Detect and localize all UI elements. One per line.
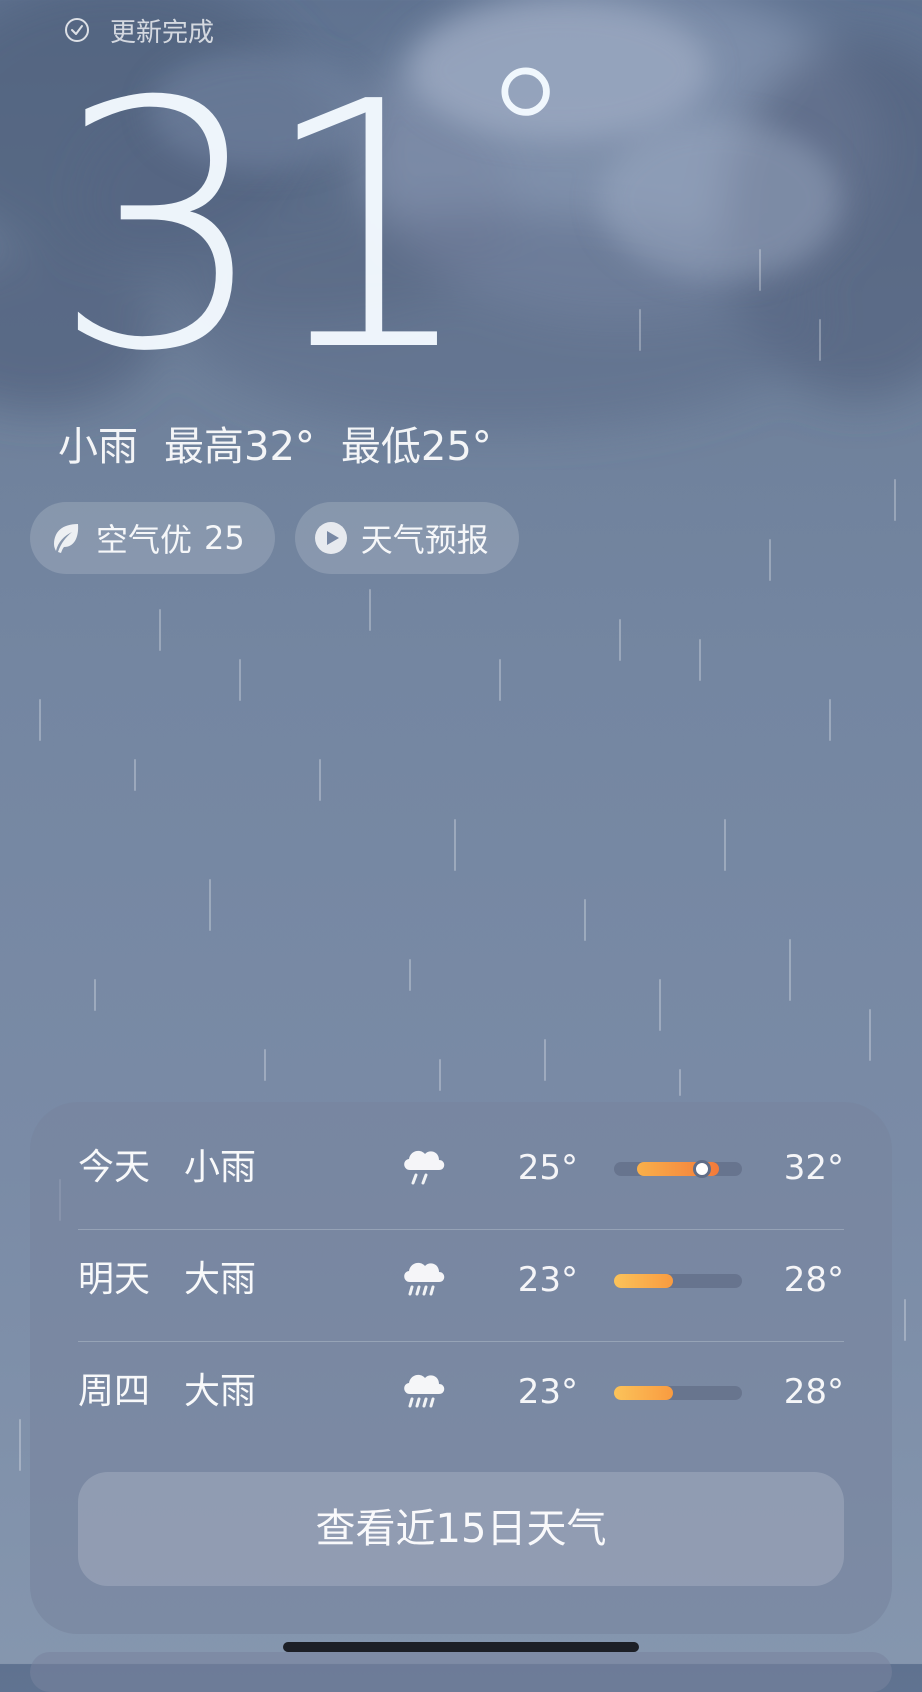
forecast-video-chip[interactable]: 天气预报 (294, 502, 519, 574)
forecast-high: 32° (783, 1148, 844, 1188)
air-quality-chip[interactable]: 空气优 25 (30, 502, 275, 574)
temperature-range-bar (614, 1160, 742, 1178)
forecast-high: 28° (783, 1372, 844, 1412)
light-rain-icon (404, 1150, 445, 1185)
air-quality-label: 空气优 (96, 521, 193, 559)
forecast-row[interactable]: 周四 大雨 23° 28° (78, 1336, 844, 1448)
forecast-day: 明天 (78, 1259, 151, 1300)
forecast-condition: 小雨 (184, 1147, 257, 1188)
degree-symbol: ° (480, 31, 571, 240)
current-low: 最低25° (340, 424, 492, 470)
current-summary: 小雨 最高32° 最低25° (58, 414, 492, 472)
forecast-low: 23° (517, 1260, 578, 1300)
current-high: 最高32° (164, 424, 315, 470)
temperature-range-fill (614, 1386, 673, 1400)
temperature-range-bar (614, 1386, 742, 1400)
current-temperature-value: 31 (52, 30, 477, 426)
forecast-high: 28° (783, 1260, 844, 1300)
forecast-condition: 大雨 (184, 1259, 257, 1300)
temperature-range-fill (614, 1274, 673, 1288)
temperature-range-bar (614, 1274, 742, 1288)
forecast-card: 今天 小雨 25° 32° 明天 大雨 23° 28° 周四 大雨 23° 28… (30, 1102, 892, 1634)
next-card-edge (30, 1652, 892, 1692)
forecast-video-label: 天气预报 (360, 521, 489, 559)
home-indicator[interactable] (283, 1642, 639, 1652)
forecast-day: 周四 (78, 1371, 151, 1412)
view-15-day-button[interactable]: 查看近15日天气 (78, 1472, 844, 1586)
info-chips: 空气优 25 天气预报 (30, 502, 539, 574)
forecast-low: 25° (517, 1148, 578, 1188)
forecast-row[interactable]: 今天 小雨 25° 32° (78, 1112, 844, 1224)
current-temperature: 31° (52, 46, 571, 399)
forecast-day: 今天 (78, 1147, 151, 1188)
leaf-icon (54, 524, 79, 553)
heavy-rain-icon (404, 1262, 445, 1296)
play-circle-icon (314, 522, 347, 554)
heavy-rain-icon (404, 1374, 445, 1408)
forecast-low: 23° (517, 1372, 578, 1412)
air-quality-value: 25 (204, 519, 245, 557)
current-condition: 小雨 (58, 424, 138, 470)
forecast-row[interactable]: 明天 大雨 23° 28° (78, 1224, 844, 1336)
forecast-condition: 大雨 (184, 1371, 257, 1412)
